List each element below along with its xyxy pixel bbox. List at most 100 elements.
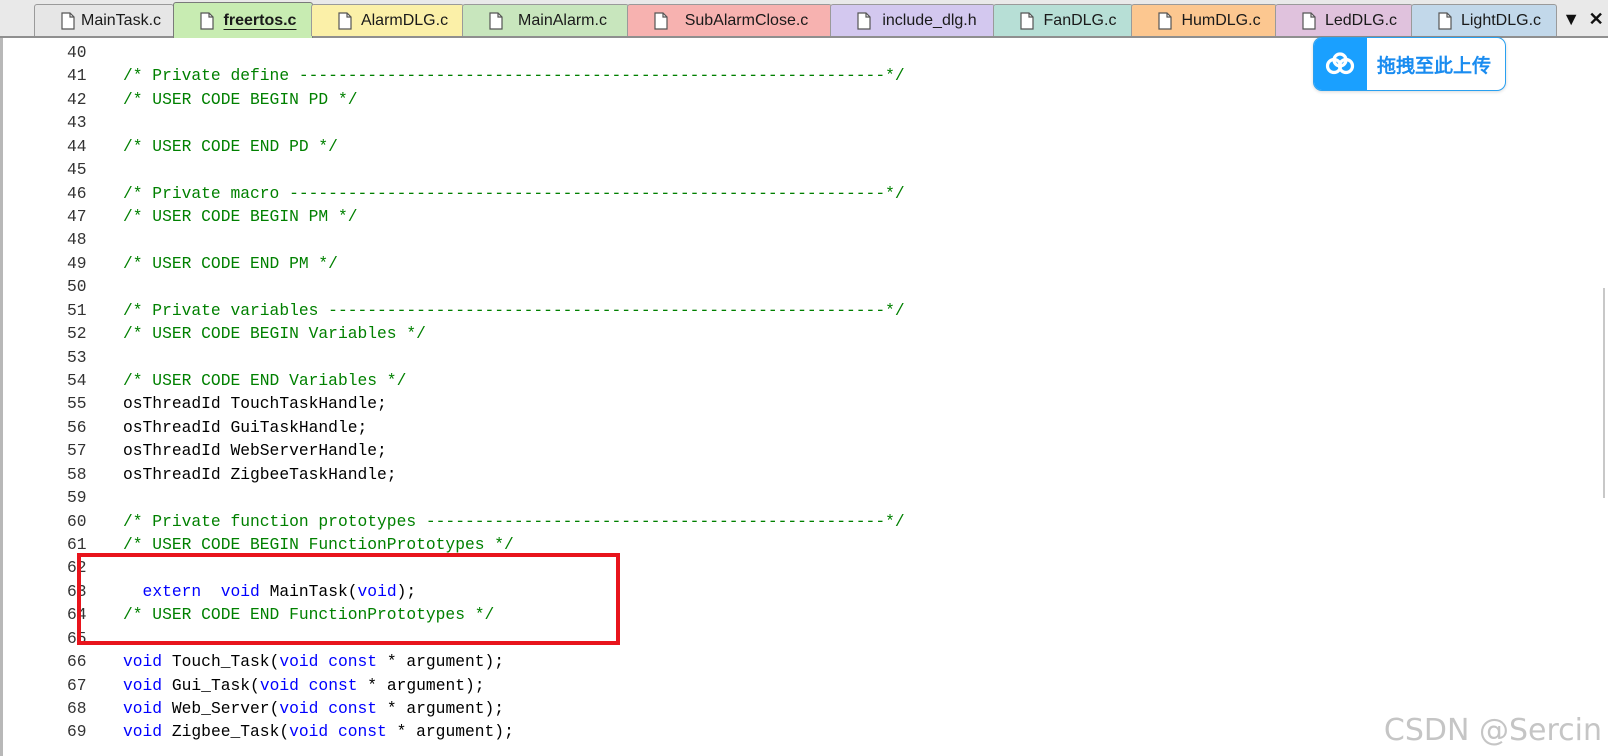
line-code: /* Private define ----------------------… [123, 64, 905, 87]
tab-label: FanDLG.c [1043, 11, 1117, 29]
tab-list-dropdown-icon[interactable]: ▼ [1562, 9, 1580, 30]
line-number: 59 [67, 488, 87, 508]
tab-label: include_dlg.h [882, 11, 977, 29]
code-text: MainTask( [259, 581, 358, 601]
code-text: Touch_Task( [162, 652, 280, 672]
line-code: extern void MainTask(void); [123, 580, 417, 603]
document-icon [1438, 11, 1452, 30]
tab-fandlg-c[interactable]: FanDLG.c [993, 4, 1133, 36]
document-icon [857, 11, 871, 30]
line-number: 51 [67, 300, 87, 320]
line-code: /* Private function prototypes ---------… [123, 510, 905, 533]
code-keyword: void const [259, 675, 358, 695]
document-icon [1158, 11, 1172, 30]
tab-lightdlg-c[interactable]: LightDLG.c [1411, 4, 1557, 36]
line-number: 60 [67, 511, 87, 531]
code-comment: /* USER CODE END PD */ [123, 136, 338, 156]
document-icon [200, 11, 214, 30]
code-keyword: void const [289, 722, 387, 742]
code-comment: /* Private macro -----------------------… [123, 183, 905, 203]
code-keyword: void [123, 699, 163, 719]
line-code: /* USER CODE END Variables */ [123, 369, 406, 392]
code-editor[interactable]: 40 41 /* Private define ------------------… [0, 38, 1608, 756]
line-code: /* USER CODE END FunctionPrototypes */ [123, 603, 494, 626]
code-text: ); [396, 581, 417, 601]
line-number: 50 [67, 277, 87, 297]
tab-alarmdlg-c[interactable]: AlarmDLG.c [311, 4, 464, 36]
code-text: Zigbee_Task( [162, 722, 290, 742]
document-icon [338, 11, 352, 30]
line-number: 47 [67, 207, 87, 226]
line-number: 48 [67, 230, 87, 250]
code-comment: /* USER CODE END FunctionPrototypes */ [123, 605, 495, 625]
line-number: 45 [67, 160, 87, 180]
line-code: void Web_Server(void const * argument); [123, 697, 504, 720]
line-number: 49 [67, 253, 87, 273]
line-number: 56 [67, 417, 87, 437]
code-text: * argument); [386, 722, 514, 742]
close-tab-icon[interactable]: ✕ [1589, 9, 1604, 30]
document-icon [61, 11, 75, 30]
document-icon [654, 11, 668, 30]
line-code: osThreadId GuiTaskHandle; [123, 416, 367, 439]
code-keyword: void [357, 581, 397, 601]
line-number: 68 [67, 699, 87, 719]
code-comment: /* Private function prototypes ---------… [123, 511, 905, 531]
tab-freertos-c[interactable]: freertos.c [173, 2, 313, 38]
tab-label: AlarmDLG.c [360, 11, 449, 29]
code-text: * argument); [377, 699, 505, 719]
tab-label: MainTask.c [80, 11, 162, 29]
code-keyword: void [123, 675, 163, 695]
document-icon [489, 11, 503, 30]
line-number: 52 [67, 324, 87, 344]
line-number: 58 [67, 464, 87, 484]
code-keyword: void const [279, 699, 378, 719]
code-comment: /* Private variables -------------------… [123, 300, 905, 320]
code-text: osThreadId ZigbeeTaskHandle; [123, 464, 397, 484]
line-number: 55 [67, 394, 87, 414]
tab-humdlg-c[interactable]: HumDLG.c [1131, 4, 1277, 36]
code-text: Gui_Task( [162, 675, 260, 695]
code-text: osThreadId GuiTaskHandle; [123, 417, 368, 437]
tab-label: LightDLG.c [1460, 11, 1542, 29]
tab-leddlg-c[interactable]: LedDLG.c [1275, 4, 1413, 36]
line-code: /* USER CODE END PM */ [123, 252, 338, 275]
scrollbar-thumb[interactable] [1603, 288, 1605, 498]
code-keyword: void const [279, 652, 378, 672]
line-number: 40 [67, 43, 87, 62]
line-number: 61 [67, 535, 87, 555]
code-comment: /* USER CODE END PM */ [123, 253, 338, 273]
code-comment: /* USER CODE BEGIN PD */ [123, 89, 358, 109]
code-comment: /* USER CODE BEGIN PM */ [123, 207, 358, 226]
line-code: /* USER CODE END PD */ [123, 135, 338, 158]
code-comment: /* USER CODE END Variables */ [123, 371, 407, 391]
line-number: 65 [67, 628, 87, 648]
line-number: 69 [67, 722, 87, 742]
tab-mainalarm-c[interactable]: MainAlarm.c [462, 4, 629, 36]
line-code: osThreadId ZigbeeTaskHandle; [123, 463, 397, 486]
code-text: Web_Server( [162, 699, 280, 719]
line-code: void Zigbee_Task(void const * argument); [123, 720, 514, 743]
tab-subalarmclose-c[interactable]: SubAlarmClose.c [627, 4, 832, 36]
editor-window: MainTask.c freertos.c AlarmDLG.c MainAlarm.… [0, 0, 1608, 756]
line-code: /* USER CODE BEGIN PM */ [123, 205, 358, 228]
code-comment: /* USER CODE BEGIN FunctionPrototypes */ [123, 535, 514, 555]
code-keyword: extern [142, 581, 202, 601]
line-number: 62 [67, 558, 87, 578]
tab-include-dlg-h[interactable]: include_dlg.h [830, 4, 995, 36]
tab-label: LedDLG.c [1324, 11, 1398, 29]
line-number: 46 [67, 183, 87, 203]
line-number: 43 [67, 113, 87, 133]
line-number: 66 [67, 652, 87, 672]
line-code: void Gui_Task(void const * argument); [123, 674, 485, 697]
tab-bar: MainTask.c freertos.c AlarmDLG.c MainAlarm.… [0, 0, 1608, 38]
code-comment: /* Private define ----------------------… [123, 66, 905, 86]
code-text: osThreadId WebServerHandle; [123, 441, 387, 461]
tab-maintask-c[interactable]: MainTask.c [34, 4, 174, 36]
drag-upload-badge[interactable]: 拖拽至此上传 [1313, 37, 1506, 91]
code-keyword: void [123, 652, 163, 672]
code-text: * argument); [377, 652, 505, 672]
tab-controls: ▼ ✕ [1558, 4, 1608, 34]
